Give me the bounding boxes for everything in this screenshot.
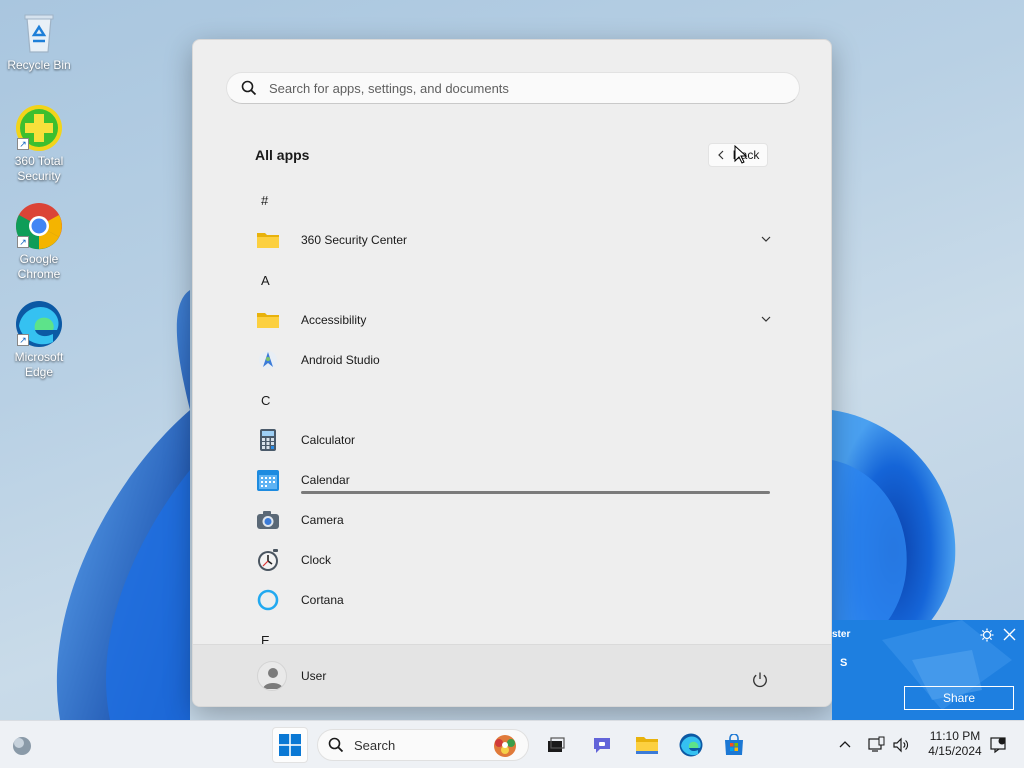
desktop-icon-microsoft-edge[interactable]: ↗ Microsoft Edge (6, 300, 72, 380)
close-icon[interactable] (1003, 628, 1016, 641)
letter-header-a[interactable]: A (241, 260, 801, 300)
power-icon[interactable] (751, 671, 769, 689)
all-apps-list: # 360 Security Center A Accessibility An… (241, 180, 801, 644)
app-item-label: 360 Security Center (301, 233, 408, 247)
taskbar-search[interactable]: Search (317, 729, 529, 761)
app-item-cortana[interactable]: Cortana (241, 580, 801, 620)
app-item-camera[interactable]: Camera (241, 500, 801, 540)
app-item-360-security-center[interactable]: 360 Security Center (241, 220, 801, 260)
chevron-up-icon[interactable] (836, 736, 854, 754)
app-item-label: Android Studio (301, 353, 380, 367)
folder-icon (256, 308, 280, 332)
windows-logo-icon (279, 734, 301, 756)
app-item-clock[interactable]: Clock (241, 540, 801, 580)
search-icon (328, 737, 344, 753)
file-explorer-button[interactable] (629, 727, 665, 763)
calculator-icon (256, 428, 280, 452)
desktop-icon-label: Microsoft Edge (14, 350, 64, 379)
widgets-button[interactable] (4, 727, 40, 763)
start-menu: All apps Back # 360 Security Center (192, 39, 832, 707)
notification-icon[interactable] (989, 736, 1007, 754)
chat-button[interactable] (584, 727, 620, 763)
notification-toast: ster S Share (832, 620, 1024, 720)
mouse-cursor-icon (734, 145, 748, 164)
desktop-icon-label: Google Chrome (17, 252, 61, 281)
app-item-calculator[interactable]: Calculator (241, 420, 801, 460)
start-button[interactable] (272, 727, 308, 763)
volume-icon[interactable] (892, 736, 910, 754)
taskbar-clock[interactable]: 11:10 PM 4/15/2024 (918, 729, 992, 759)
desktop-icon-label: 360 Total Security (14, 154, 64, 183)
desktop-icon-recycle-bin[interactable]: Recycle Bin (6, 8, 72, 73)
app-item-label: Cortana (301, 593, 344, 607)
app-item-accessibility[interactable]: Accessibility (241, 300, 801, 340)
letter-header-hash[interactable]: # (241, 180, 801, 220)
android-studio-icon (256, 348, 280, 372)
chevron-left-icon (717, 150, 724, 160)
camera-icon (256, 508, 280, 532)
start-search-input[interactable] (269, 80, 769, 96)
start-footer: User (193, 644, 831, 706)
toast-title: ster (832, 629, 851, 640)
app-item-label: Calculator (301, 433, 356, 447)
store-button[interactable] (716, 727, 752, 763)
edge-taskbar-button[interactable] (673, 727, 709, 763)
gear-icon[interactable] (980, 628, 994, 642)
folder-icon (256, 228, 280, 252)
edge-icon (679, 733, 703, 757)
search-highlight-icon (494, 735, 516, 757)
avatar (257, 661, 287, 691)
app-item-label: Clock (301, 553, 332, 567)
toast-subtitle: S (840, 657, 848, 669)
desktop-icon-360-total-security[interactable]: ↗ 360 Total Security (6, 104, 72, 184)
app-item-label: Camera (301, 513, 344, 527)
search-icon (241, 80, 257, 96)
360-security-icon: ↗ (15, 104, 63, 152)
shortcut-arrow-icon: ↗ (17, 138, 29, 150)
desktop-icon-label: Recycle Bin (7, 58, 71, 72)
network-icon[interactable] (867, 736, 885, 754)
taskbar-search-label: Search (354, 737, 396, 753)
all-apps-heading: All apps (255, 147, 310, 163)
file-explorer-icon (636, 737, 658, 754)
task-view-button[interactable] (538, 727, 574, 763)
chrome-icon: ↗ (15, 202, 63, 250)
shortcut-arrow-icon: ↗ (17, 236, 29, 248)
task-view-icon (548, 737, 565, 752)
app-item-label: Calendar (301, 473, 350, 487)
user-name: User (301, 669, 327, 683)
edge-icon: ↗ (15, 300, 63, 348)
clock-time: 11:10 PM (929, 729, 981, 743)
desktop-icon-google-chrome[interactable]: ↗ Google Chrome (6, 202, 72, 282)
calendar-icon (256, 468, 280, 492)
chevron-down-icon[interactable] (759, 312, 773, 326)
clock-icon (256, 548, 280, 572)
share-button[interactable]: Share (904, 686, 1014, 710)
cortana-icon (256, 588, 280, 612)
recycle-bin-icon (15, 8, 63, 56)
user-account-button[interactable]: User (257, 661, 326, 691)
start-search-box[interactable] (226, 72, 800, 104)
app-item-calendar[interactable]: Calendar (241, 460, 801, 500)
shortcut-arrow-icon: ↗ (17, 334, 29, 346)
chevron-down-icon[interactable] (759, 232, 773, 246)
letter-header-c[interactable]: C (241, 380, 801, 420)
chat-icon (594, 738, 610, 753)
app-item-label: Accessibility (301, 313, 367, 327)
letter-header-e[interactable]: E (241, 620, 801, 645)
app-item-android-studio[interactable]: Android Studio (241, 340, 801, 380)
taskbar: Search 11:10 PM 4/15/2024 (0, 720, 1024, 768)
clock-date: 4/15/2024 (928, 744, 982, 758)
weather-icon (13, 737, 31, 755)
microsoft-store-icon (725, 734, 743, 755)
scroll-indicator[interactable] (301, 491, 770, 494)
